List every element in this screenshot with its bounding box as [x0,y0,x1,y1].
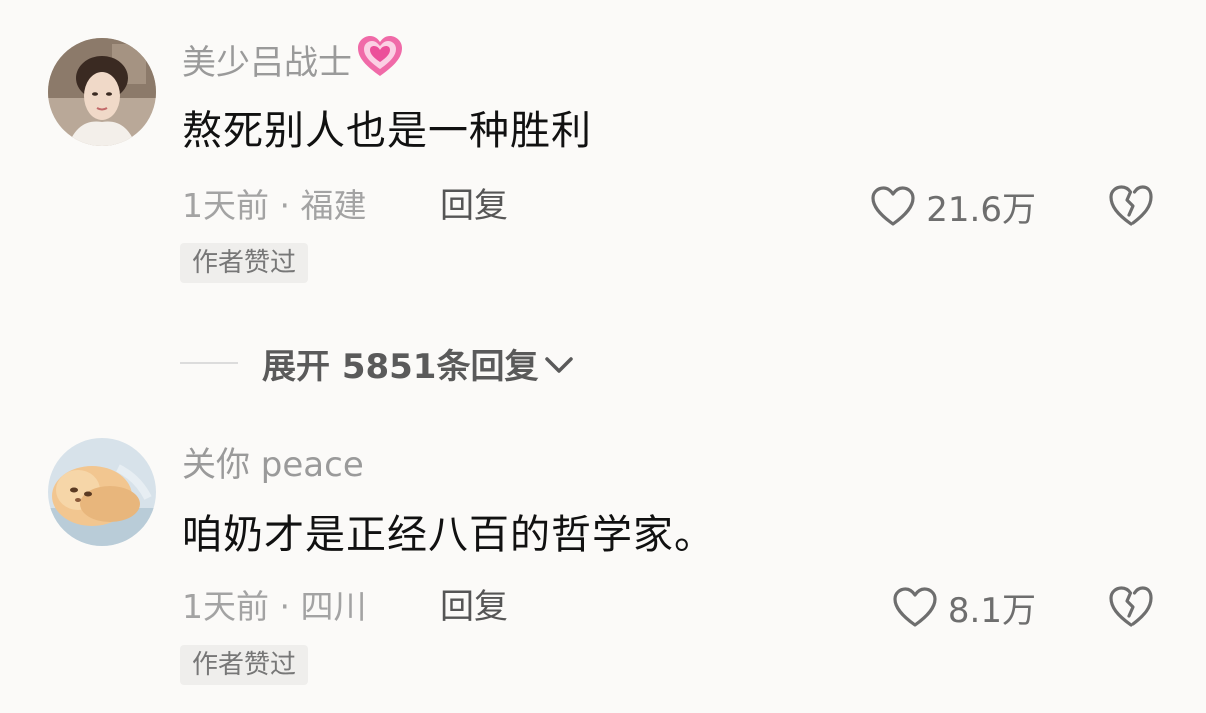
dislike-button[interactable] [1107,583,1155,631]
avatar-image [48,438,156,546]
avatar[interactable] [48,38,156,146]
comment-meta: 1天前 · 四川 [182,587,367,626]
divider-line [180,362,238,364]
username-text: 美少吕战士 [182,43,352,83]
avatar-image [48,38,156,146]
heart-outline-icon [893,587,937,627]
reply-button[interactable]: 回复 [440,184,508,228]
like-count: 8.1万 [947,590,1036,631]
comment-username[interactable]: 关你 peace [182,443,364,487]
author-liked-badge: 作者赞过 [180,645,309,685]
like-count: 21.6万 [926,189,1036,230]
expand-replies-button[interactable]: 展开 5851条回复 [180,338,574,388]
pink-heart-icon [356,34,404,89]
broken-heart-icon [1109,586,1153,627]
dislike-button[interactable] [1107,182,1155,230]
comment-username[interactable]: 美少吕战士 [182,36,404,89]
comment-text: 咱奶才是正经八百的哲学家。 [182,512,715,558]
expand-replies-label: 展开 5851条回复 [262,346,539,387]
author-liked-badge: 作者赞过 [180,243,309,283]
like-button[interactable]: 21.6万 [870,182,1036,230]
reply-button[interactable]: 回复 [440,585,508,629]
comment-text: 熬死别人也是一种胜利 [182,108,592,154]
avatar[interactable] [48,438,156,546]
like-button[interactable]: 8.1万 [892,583,1036,631]
comment-meta: 1天前 · 福建 [182,186,367,225]
heart-outline-icon [871,186,915,226]
chevron-down-icon [545,357,574,373]
broken-heart-icon [1109,185,1153,226]
